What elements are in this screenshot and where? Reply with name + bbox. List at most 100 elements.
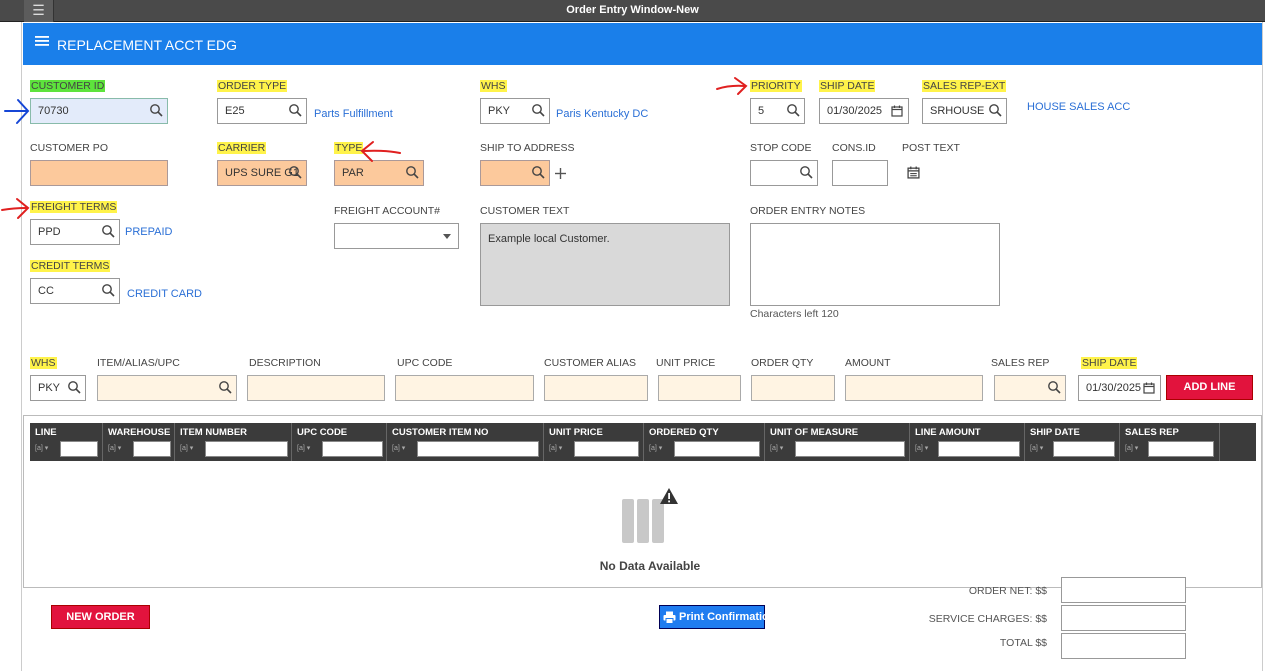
grid-filter-input[interactable]: [133, 441, 171, 457]
freight-terms-description-link[interactable]: PREPAID: [125, 226, 172, 238]
line-description-field[interactable]: [247, 375, 385, 401]
order-type-label: ORDER TYPE: [217, 80, 288, 92]
cons-id-field[interactable]: [832, 160, 888, 186]
no-data-icon: [622, 488, 678, 543]
grid-filter-input[interactable]: [674, 441, 760, 457]
grid-filter-input[interactable]: [417, 441, 539, 457]
customer-po-field[interactable]: [30, 160, 168, 186]
ship-to-address-field[interactable]: [480, 160, 550, 186]
grid-filter-input[interactable]: [1053, 441, 1115, 457]
calendar-icon[interactable]: [1143, 382, 1155, 394]
order-net-label: ORDER NET: $$: [968, 585, 1047, 597]
grid-filter-input[interactable]: [60, 441, 98, 457]
carrier-field[interactable]: UPS SURE G1: [217, 160, 307, 186]
customer-text-label: CUSTOMER TEXT: [480, 205, 570, 217]
carrier-label: CARRIER: [217, 142, 267, 154]
grid-col-customer-item-no[interactable]: CUSTOMER ITEM NO [a] ▾: [387, 423, 544, 461]
line-ship-date-field[interactable]: 01/30/2025: [1078, 375, 1161, 401]
post-text-label: POST TEXT: [902, 142, 960, 154]
search-icon[interactable]: [67, 380, 81, 394]
search-icon[interactable]: [786, 103, 800, 117]
grid-col-item-number[interactable]: ITEM NUMBER [a] ▾: [175, 423, 292, 461]
hamburger-menu-icon[interactable]: [35, 35, 49, 51]
grid-col-ordered-qty[interactable]: ORDERED QTY [a] ▾: [644, 423, 765, 461]
grid-filter-input[interactable]: [574, 441, 639, 457]
add-address-plus-icon[interactable]: [554, 167, 567, 180]
ship-to-address-label: SHIP TO ADDRESS: [480, 142, 575, 154]
search-icon[interactable]: [101, 283, 115, 297]
grid-col-unit-of-measure[interactable]: UNIT OF MEASURE [a] ▾: [765, 423, 910, 461]
order-type-field[interactable]: E25: [217, 98, 307, 124]
priority-field[interactable]: 5: [750, 98, 805, 124]
type-label: TYPE: [334, 142, 364, 154]
order-type-description-link[interactable]: Parts Fulfillment: [314, 108, 393, 120]
line-amount-field[interactable]: [845, 375, 983, 401]
grid-filter-input[interactable]: [205, 441, 288, 457]
sales-rep-ext-field[interactable]: SRHOUSE: [922, 98, 1007, 124]
no-data-text: No Data Available: [599, 559, 701, 573]
type-field[interactable]: PAR: [334, 160, 424, 186]
grid-filter-input[interactable]: [322, 441, 383, 457]
print-confirmation-label: Print Confirmation: [679, 611, 776, 623]
priority-label: PRIORITY: [750, 80, 802, 92]
order-entry-notes-label: ORDER ENTRY NOTES: [750, 205, 866, 217]
search-icon[interactable]: [218, 380, 232, 394]
add-line-button[interactable]: ADD LINE: [1166, 375, 1253, 400]
customer-id-label: CUSTOMER ID: [30, 80, 106, 92]
order-entry-notes-textarea[interactable]: [750, 223, 1000, 306]
search-icon[interactable]: [1047, 380, 1061, 394]
grid-filter-input[interactable]: [938, 441, 1020, 457]
line-item-label: ITEM/ALIAS/UPC: [97, 357, 180, 369]
freight-terms-label: FREIGHT TERMS: [30, 201, 118, 213]
sales-rep-ext-label: SALES REP-EXT: [922, 80, 1007, 92]
grid-col-unit-price[interactable]: UNIT PRICE [a] ▾: [544, 423, 644, 461]
line-customer-alias-field[interactable]: [544, 375, 648, 401]
print-confirmation-button[interactable]: Print Confirmation: [659, 605, 776, 629]
whs-field[interactable]: PKY: [480, 98, 550, 124]
customer-text-box: Example local Customer.: [480, 223, 730, 306]
line-ship-date-label: SHIP DATE: [1081, 357, 1138, 369]
grid-col-warehouse[interactable]: WAREHOUSE [a] ▾: [103, 423, 175, 461]
new-order-button[interactable]: NEW ORDER: [51, 605, 150, 629]
grid-col-sales-rep[interactable]: SALES REP [a] ▾: [1120, 423, 1220, 461]
window-title: Order Entry Window-New: [566, 4, 699, 16]
post-text-calendar-icon[interactable]: [907, 166, 920, 179]
app-header: REPLACEMENT ACCT EDG: [23, 23, 1262, 65]
stop-code-field[interactable]: [750, 160, 818, 186]
freight-account-select[interactable]: [334, 223, 459, 249]
line-order-qty-field[interactable]: [751, 375, 835, 401]
calendar-icon[interactable]: [891, 105, 903, 117]
search-icon[interactable]: [988, 103, 1002, 117]
search-icon[interactable]: [288, 165, 302, 179]
grid-col-line-amount[interactable]: LINE AMOUNT [a] ▾: [910, 423, 1025, 461]
line-unit-price-field[interactable]: [658, 375, 741, 401]
line-item-field[interactable]: [97, 375, 237, 401]
grid-filter-input[interactable]: [1148, 441, 1214, 457]
customer-id-field[interactable]: 70730: [30, 98, 168, 124]
grid-col-line[interactable]: LINE [a] ▾: [30, 423, 103, 461]
freight-terms-field[interactable]: PPD: [30, 219, 120, 245]
line-sales-rep-field[interactable]: [994, 375, 1066, 401]
search-icon[interactable]: [799, 165, 813, 179]
arrow-priority-annotation: [716, 77, 748, 95]
whs-description-link[interactable]: Paris Kentucky DC: [556, 108, 648, 120]
search-icon[interactable]: [101, 224, 115, 238]
line-upc-code-field[interactable]: [395, 375, 534, 401]
sales-rep-description-link[interactable]: HOUSE SALES ACC: [1027, 101, 1130, 113]
search-icon[interactable]: [149, 103, 163, 117]
order-net-field: [1061, 577, 1186, 603]
service-charges-field: [1061, 605, 1186, 631]
line-order-qty-label: ORDER QTY: [751, 357, 814, 369]
search-icon[interactable]: [531, 103, 545, 117]
search-icon[interactable]: [288, 103, 302, 117]
search-icon[interactable]: [405, 165, 419, 179]
credit-terms-description-link[interactable]: CREDIT CARD: [127, 288, 202, 300]
search-icon[interactable]: [531, 165, 545, 179]
grid-filter-input[interactable]: [795, 441, 905, 457]
ship-date-field[interactable]: 01/30/2025: [819, 98, 909, 124]
grid-col-ship-date[interactable]: SHIP DATE [a] ▾: [1025, 423, 1120, 461]
grid-col-upc-code[interactable]: UPC CODE [a] ▾: [292, 423, 387, 461]
line-whs-field[interactable]: PKY: [30, 375, 86, 401]
credit-terms-field[interactable]: CC: [30, 278, 120, 304]
arrow-type-annotation: [360, 141, 401, 162]
